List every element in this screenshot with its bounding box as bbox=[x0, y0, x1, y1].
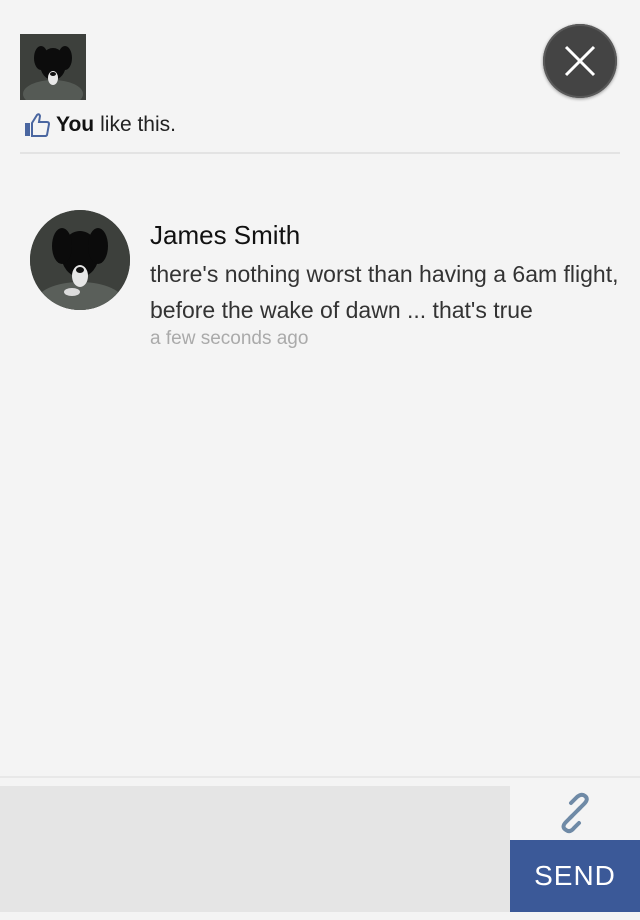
comment-input[interactable] bbox=[0, 786, 510, 912]
likes-summary: You like this. bbox=[24, 110, 176, 140]
link-icon bbox=[561, 792, 589, 834]
likes-text: like this. bbox=[100, 113, 176, 136]
dog-photo-avatar-icon bbox=[20, 34, 86, 100]
dog-photo-avatar-icon bbox=[30, 210, 130, 310]
close-button[interactable] bbox=[543, 24, 617, 98]
comment-text: there's nothing worst than having a 6am … bbox=[150, 261, 619, 323]
comments-page: You like this. James Smith there's nothi… bbox=[0, 0, 640, 920]
liker-avatar[interactable] bbox=[20, 34, 86, 100]
send-button[interactable]: SEND bbox=[510, 840, 640, 912]
likes-you-label[interactable]: You bbox=[56, 113, 94, 137]
comment-author[interactable]: James Smith bbox=[150, 220, 300, 251]
comment-avatar[interactable] bbox=[30, 210, 130, 310]
comment-timestamp: a few seconds ago bbox=[150, 328, 309, 349]
header-divider bbox=[20, 152, 620, 154]
close-icon bbox=[564, 45, 596, 77]
attach-link-button[interactable] bbox=[510, 786, 640, 840]
footer-divider bbox=[0, 776, 640, 778]
thumbs-up-icon bbox=[25, 113, 50, 137]
